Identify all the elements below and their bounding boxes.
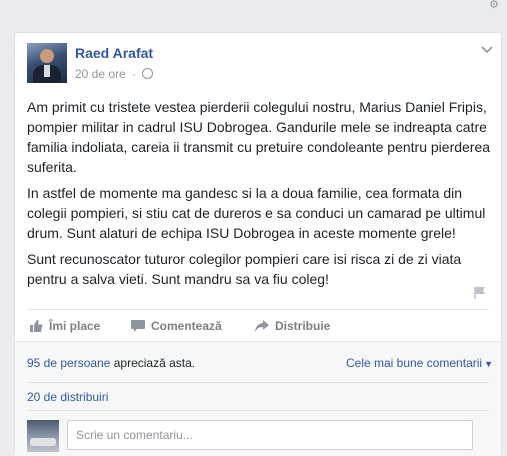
comment-button[interactable]: Comentează: [131, 317, 222, 335]
author-name[interactable]: Raed Arafat: [75, 45, 153, 61]
likes-count-link[interactable]: 95 de persoane: [27, 356, 110, 370]
speech-bubble-icon: [131, 319, 145, 332]
post-paragraph: Am primit cu tristete vestea pierderii c…: [27, 99, 491, 175]
share-arrow-icon: [255, 319, 269, 332]
divider: [27, 410, 489, 411]
chevron-down-icon[interactable]: [481, 43, 493, 57]
author-avatar[interactable]: [27, 43, 67, 83]
comment-label: Comentează: [151, 319, 222, 333]
like-button[interactable]: Îmi place: [29, 317, 100, 335]
likes-summary: 95 de persoane apreciază asta.: [27, 356, 195, 370]
post-meta: 20 de ore ·: [75, 67, 154, 81]
comment-order-label: Cele mai bune comentarii: [346, 356, 483, 370]
comment-order-dropdown[interactable]: Cele mai bune comentarii ▼: [346, 356, 493, 370]
like-label: Îmi place: [49, 319, 101, 333]
likes-text: apreciază asta.: [110, 356, 196, 370]
post-card: Raed Arafat 20 de ore · Am primit cu tri…: [14, 32, 502, 456]
post-time[interactable]: 20 de ore: [75, 67, 126, 81]
divider: [27, 309, 489, 310]
caret-down-icon: ▼: [484, 359, 493, 369]
avatar-shirt: [44, 65, 50, 77]
avatar-car: [30, 438, 56, 446]
post-paragraph: In astfel de momente ma gandesc si la a …: [27, 185, 486, 241]
commenter-avatar: [27, 420, 59, 452]
top-bar: ⚙: [0, 0, 507, 22]
meta-separator: ·: [132, 67, 137, 81]
settings-icon[interactable]: ⚙: [489, 0, 503, 11]
thumbs-up-icon: [29, 319, 43, 332]
flag-icon[interactable]: [473, 286, 487, 300]
comment-input[interactable]: [67, 420, 473, 450]
divider: [27, 382, 489, 383]
share-button[interactable]: Distribuie: [255, 317, 330, 335]
share-label: Distribuie: [275, 319, 331, 333]
post-paragraph: Sunt recunoscator tuturor colegilor pomp…: [27, 251, 462, 287]
post-footer: 95 de persoane apreciază asta. Cele mai …: [15, 341, 501, 456]
globe-icon[interactable]: [142, 68, 154, 79]
avatar-face: [40, 49, 54, 63]
post-text: Am primit cu tristete vestea pierderii c…: [27, 97, 497, 295]
shares-count[interactable]: 20 de distribuiri: [27, 390, 108, 404]
